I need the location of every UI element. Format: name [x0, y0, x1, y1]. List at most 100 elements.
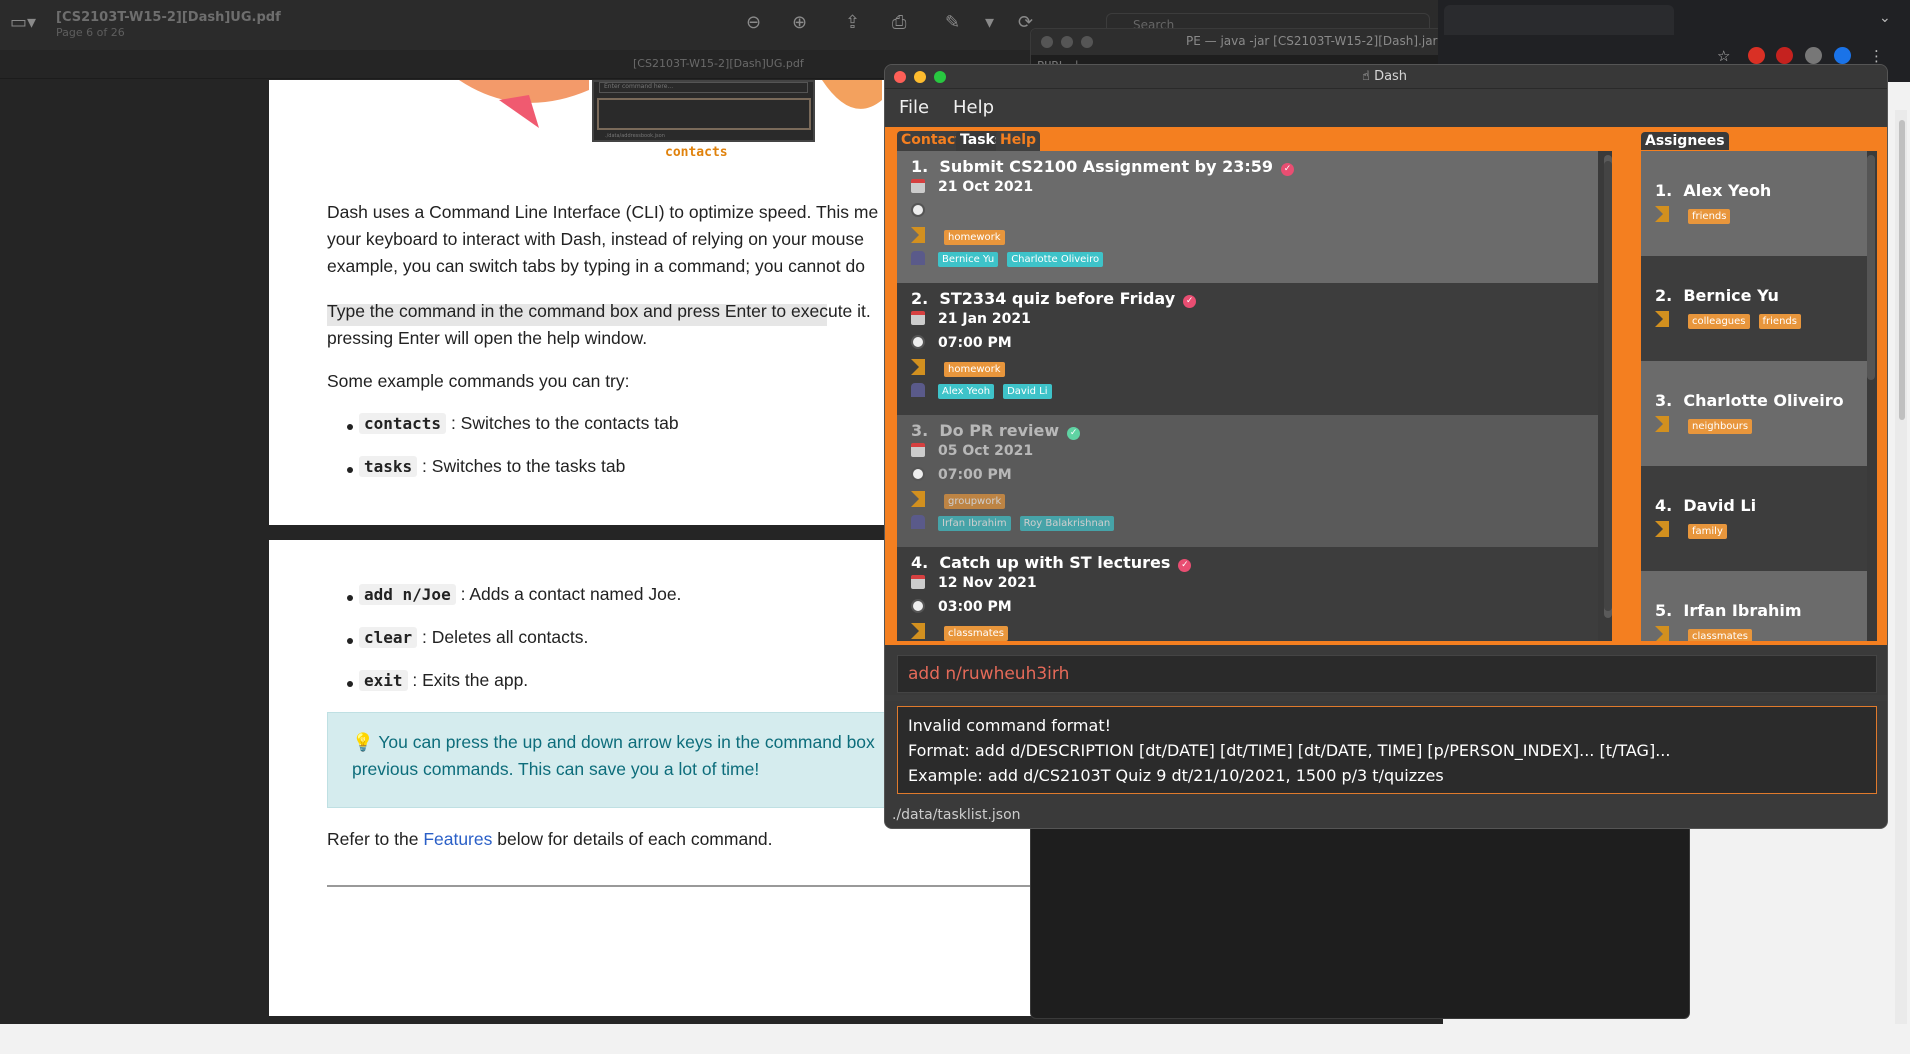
- extension-icon[interactable]: [1748, 47, 1765, 64]
- task-card[interactable]: 3. Do PR review ✓ 05 Oct 2021 07:00 PM gr…: [897, 415, 1598, 547]
- assignee-name: 3. Charlotte Oliveiro: [1655, 391, 1844, 410]
- tab-help[interactable]: Help: [996, 131, 1041, 152]
- minimize-window-button[interactable]: [914, 71, 926, 83]
- share-icon[interactable]: ⇪: [845, 14, 860, 32]
- task-index: 1.: [911, 157, 929, 176]
- maximize-window-button[interactable]: [934, 71, 946, 83]
- tag-chip: homework: [944, 362, 1005, 377]
- assignee-name: 1. Alex Yeoh: [1655, 181, 1771, 200]
- assignee-card[interactable]: 3. Charlotte Oliveiro neighbours: [1641, 361, 1867, 466]
- person-icon: [911, 251, 925, 265]
- inline-code: clear: [359, 627, 418, 648]
- menu-bar: File Help: [885, 89, 1887, 127]
- zoom-out-icon[interactable]: ⊖: [746, 14, 761, 32]
- print-icon[interactable]: ⎙: [892, 14, 906, 32]
- task-date-text: 21 Oct 2021: [938, 179, 1034, 195]
- task-list[interactable]: 1. Submit CS2100 Assignment by 23:59 ✓ 21…: [897, 151, 1612, 641]
- result-line: Format: add d/DESCRIPTION [dt/DATE] [dt/…: [908, 741, 1671, 760]
- assignee-card[interactable]: 2. Bernice Yu colleagues friends: [1641, 256, 1867, 361]
- puzzle-icon[interactable]: [1805, 47, 1822, 64]
- close-window-button[interactable]: [894, 71, 906, 83]
- clock-icon: [911, 203, 925, 217]
- assignee-card[interactable]: 1. Alex Yeoh friends: [1641, 151, 1867, 256]
- task-time: 07:00 PM: [911, 335, 1012, 351]
- task-tags: homework: [911, 227, 1014, 245]
- tag-icon: [911, 227, 925, 243]
- assignee-card[interactable]: 4. David Li family: [1641, 466, 1867, 571]
- task-date-text: 12 Nov 2021: [938, 575, 1037, 591]
- menu-help[interactable]: Help: [953, 97, 994, 118]
- tag-icon: [1655, 521, 1669, 537]
- tag-icon: [911, 623, 925, 639]
- result-area: Invalid command format! Format: add d/DE…: [885, 701, 1887, 800]
- star-icon[interactable]: ☆: [1717, 47, 1730, 65]
- task-card[interactable]: 1. Submit CS2100 Assignment by 23:59 ✓ 21…: [897, 151, 1598, 283]
- task-card[interactable]: 2. ST2334 quiz before Friday ✓ 21 Jan 202…: [897, 283, 1598, 415]
- figure-arrow-graphic: [822, 80, 882, 109]
- minimize-window-button[interactable]: [1061, 36, 1073, 48]
- maximize-window-button[interactable]: [1081, 36, 1093, 48]
- refer-prefix: Refer to the: [327, 829, 424, 849]
- tag-icon: [911, 359, 925, 375]
- tag-chip: friends: [1688, 209, 1731, 224]
- assignee-name: 5. Irfan Ibrahim: [1655, 601, 1802, 620]
- chevron-down-icon[interactable]: ⌄: [1879, 10, 1891, 26]
- tag-icon: [911, 491, 925, 507]
- task-date: 12 Nov 2021: [911, 575, 1037, 591]
- task-time-text: 07:00 PM: [938, 335, 1012, 351]
- more-icon[interactable]: ⋮: [1869, 47, 1884, 65]
- list-item: clear : Deletes all contacts.: [359, 627, 588, 648]
- features-link[interactable]: Features: [423, 829, 492, 849]
- tag-icon: [1655, 311, 1669, 327]
- close-window-button[interactable]: [1041, 36, 1053, 48]
- clock-icon: [911, 599, 925, 613]
- assignee-index: 5.: [1655, 601, 1673, 620]
- task-time-text: 03:00 PM: [938, 599, 1012, 615]
- clock-icon: [911, 335, 925, 349]
- inline-code: add n/Joe: [359, 584, 456, 605]
- paragraph-line: Some example commands you can try:: [327, 371, 630, 391]
- assignee-index: 1.: [1655, 181, 1673, 200]
- assignee-tags: friends: [1655, 205, 1739, 224]
- task-date: 21 Oct 2021: [911, 179, 1033, 195]
- paragraph-line: your keyboard to interact with Dash, ins…: [327, 229, 864, 249]
- list-item-text: : Exits the app.: [412, 670, 529, 690]
- task-list-scrollbar-thumb[interactable]: [1604, 161, 1612, 611]
- person-chip: Bernice Yu: [938, 252, 999, 267]
- tag-chip: family: [1688, 524, 1727, 539]
- document-title: [CS2103T-W15-2][Dash]UG.pdf: [56, 10, 281, 25]
- task-people: Alex Yeoh David Li: [911, 383, 1061, 399]
- menu-file[interactable]: File: [899, 97, 929, 118]
- incomplete-icon: ✓: [1281, 163, 1295, 176]
- list-item: tasks : Switches to the tasks tab: [359, 456, 625, 477]
- task-card[interactable]: 4. Catch up with ST lectures ✓ 12 Nov 202…: [897, 547, 1598, 641]
- tag-chip: homework: [944, 230, 1005, 245]
- task-time: 07:00 PM: [911, 467, 1012, 483]
- task-date: 05 Oct 2021: [911, 443, 1033, 459]
- task-title-text: Do PR review: [939, 421, 1060, 440]
- avatar[interactable]: [1834, 47, 1851, 64]
- tag-chip: friends: [1758, 314, 1801, 329]
- assignee-list[interactable]: 1. Alex Yeoh friends 2. Bernice Yu colle…: [1641, 151, 1877, 641]
- task-title: 3. Do PR review ✓: [911, 421, 1081, 440]
- browser-tab[interactable]: [1444, 5, 1674, 35]
- extension-icon[interactable]: [1776, 47, 1793, 64]
- task-tags: classmates: [911, 623, 1017, 641]
- figure-command-box: Enter command here...: [599, 82, 808, 93]
- task-people: Bernice Yu Charlotte Oliveiro: [911, 251, 1112, 267]
- zoom-in-icon[interactable]: ⊕: [792, 14, 807, 32]
- browser-scrollbar-thumb[interactable]: [1899, 120, 1905, 420]
- assignee-scrollbar-thumb[interactable]: [1867, 155, 1875, 380]
- chevron-down-icon[interactable]: ▾: [985, 14, 994, 32]
- command-input[interactable]: add n/ruwheuh3irh: [897, 655, 1877, 693]
- markup-icon[interactable]: ✎: [945, 14, 960, 32]
- bullet-dot: [347, 638, 353, 644]
- tag-chip: classmates: [944, 626, 1008, 641]
- paragraph-line: example, you can switch tabs by typing i…: [327, 256, 865, 276]
- assignee-card[interactable]: 5. Irfan Ibrahim classmates: [1641, 571, 1867, 641]
- assignee-name: 4. David Li: [1655, 496, 1756, 515]
- sidebar-toggle-icon[interactable]: ▭▾: [10, 14, 36, 32]
- inline-code: tasks: [359, 456, 418, 477]
- calendar-icon: [911, 311, 925, 325]
- calendar-icon: [911, 575, 925, 589]
